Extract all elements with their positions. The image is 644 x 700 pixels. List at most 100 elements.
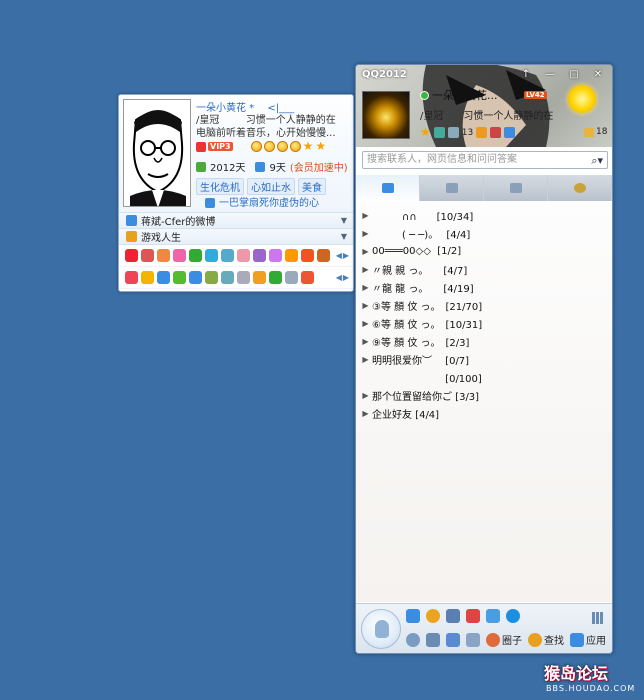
weibo-tab-icon (573, 183, 586, 193)
mail-count: 18 (596, 127, 608, 137)
chevron-down-icon[interactable]: ▼ (341, 232, 347, 241)
maximize-button[interactable]: □ (564, 68, 584, 82)
tab-recent[interactable] (484, 175, 548, 201)
list-item[interactable]: ▶ ③等 顏 伩 っ。 [21/70] (356, 296, 612, 314)
qq-pet-icon[interactable] (141, 249, 154, 262)
level-badge[interactable]: LV42 (524, 91, 547, 99)
diamond-violet-icon[interactable] (269, 249, 282, 262)
search-input[interactable]: 搜索联系人，网页信息和问问答案 ⌕▾ (362, 151, 608, 169)
mail-icon[interactable] (285, 271, 298, 284)
tag-item[interactable]: 生化危机 (196, 178, 244, 195)
diamond-pink-icon[interactable] (173, 249, 186, 262)
qzone-icon[interactable] (433, 127, 445, 138)
list-item[interactable]: ▶ 〃龍 龍 っ。 [4/19] (356, 278, 612, 296)
star-icon[interactable]: ★ (420, 126, 431, 138)
tag-item[interactable]: 心如止水 (247, 178, 295, 195)
vip-icon[interactable] (317, 249, 330, 262)
smiley-icon (263, 141, 275, 152)
skin-button[interactable]: ↑ (516, 68, 536, 82)
qq-live-icon[interactable] (466, 609, 480, 623)
strip-arrows-icon[interactable]: ◀▶ (336, 273, 350, 282)
list-item[interactable]: ▶ 00═══00◇◇ [1/2] (356, 242, 612, 260)
qq-doc-icon[interactable] (486, 609, 500, 623)
moon-icon (276, 141, 288, 152)
qq-main-panel: QQ2012 ↑ — □ ✕ 一朵小黄花... LV42 /皇冠 习惯一个人静静… (355, 64, 613, 654)
settings-icon[interactable] (406, 632, 420, 647)
list-item[interactable]: ▶ 企业好友 [4/4] (356, 404, 612, 422)
user-nickname[interactable]: 一朵小黄花... (432, 87, 498, 103)
qq-browser-icon[interactable] (506, 609, 520, 623)
list-item[interactable]: ▶ ⑨等 顏 伩 っ。 [2/3] (356, 332, 612, 350)
group-label: ( ─ ─)。 [4/4] (372, 229, 471, 241)
bubble-icon[interactable] (221, 271, 234, 284)
qq-pet-icon[interactable] (426, 609, 440, 623)
game-row[interactable]: 游戏人生 ▼ (119, 229, 353, 245)
music-icon[interactable] (173, 271, 186, 284)
qq-game-icon[interactable] (406, 609, 420, 623)
list-item[interactable]: ▶ 〃親 親 っ。 [4/7] (356, 260, 612, 278)
game-center-icon[interactable] (301, 271, 314, 284)
vip-badge[interactable]: VIP3 (208, 142, 233, 151)
calendar-icon (196, 161, 206, 172)
file-icon[interactable] (466, 632, 480, 647)
main-menu-button[interactable] (361, 609, 401, 649)
find-button[interactable]: 查找 (528, 632, 564, 647)
minimize-button[interactable]: — (540, 68, 560, 82)
chevron-down-icon[interactable]: ▼ (341, 216, 347, 225)
user-signature[interactable]: /皇冠 习惯一个人静静的在 (420, 107, 553, 122)
nickname-extra: <|___ (267, 103, 295, 114)
tab-groups[interactable] (420, 175, 484, 201)
circle-button[interactable]: 圈子 (486, 632, 522, 647)
search-icon[interactable]: ⌕▾ (591, 153, 603, 169)
qq-music-icon[interactable] (446, 609, 460, 623)
tab-contacts[interactable] (356, 175, 420, 201)
phone-icon[interactable] (253, 271, 266, 284)
wallet-icon[interactable] (490, 127, 502, 138)
heart-icon[interactable] (125, 271, 138, 284)
group-label: 企业好友 [4/4] (372, 409, 440, 421)
qq-show-icon[interactable] (125, 249, 138, 262)
super-qq-icon[interactable] (285, 249, 298, 262)
list-item[interactable]: ▶ ( ─ ─)。 [4/4] (356, 224, 612, 242)
qq-age-row: 2012天 9天 (会员加速中) (196, 159, 348, 174)
strip-arrows-icon[interactable]: ◀▶ (336, 251, 350, 260)
volume-icon[interactable] (426, 632, 440, 647)
profile-link[interactable]: 一巴掌扇死你虚伪的心 (205, 194, 319, 209)
profile-nickname[interactable]: 一朵小黄花 * <|___ (196, 99, 294, 114)
group-label: 〃親 親 っ。 [4/7] (372, 265, 468, 277)
user-avatar[interactable] (362, 91, 410, 139)
mailbox[interactable]: 18 (584, 127, 607, 137)
security-icon[interactable] (446, 632, 460, 647)
group-label: [0/100] (372, 373, 482, 385)
diamond-rose-icon[interactable] (237, 249, 250, 262)
sun-level-icon[interactable] (568, 85, 596, 113)
diamond-cyan-icon[interactable] (221, 249, 234, 262)
app-grid-icon[interactable] (592, 612, 604, 624)
add-icon[interactable] (504, 127, 516, 138)
mail-icon[interactable] (447, 127, 459, 138)
online-status-icon[interactable] (420, 91, 429, 100)
diamond-blue-icon[interactable] (205, 249, 218, 262)
tab-weibo[interactable] (548, 175, 612, 201)
list-item[interactable]: [0/100] (356, 368, 612, 386)
list-item[interactable]: ▶ 明明很爱你︶ [0/7] (356, 350, 612, 368)
weibo-row[interactable]: 蒋斌-Cfer的微博 ▼ (119, 213, 353, 229)
list-item[interactable]: ▶ 那个位置留给你ご [3/3] (356, 386, 612, 404)
tag-item[interactable]: 美食 (298, 178, 326, 195)
diamond-red-icon[interactable] (157, 249, 170, 262)
close-button[interactable]: ✕ (588, 68, 608, 82)
gift-icon[interactable] (301, 249, 314, 262)
diamond-green-icon[interactable] (189, 249, 202, 262)
pai-icon[interactable] (205, 271, 218, 284)
pet-icon[interactable] (476, 127, 488, 138)
list-item[interactable]: ▶ ∩∩ [10/34] (356, 206, 612, 224)
qzone-icon[interactable] (157, 271, 170, 284)
apps-button[interactable]: 应用 (570, 632, 606, 647)
qq-q-icon[interactable] (189, 271, 202, 284)
profile-avatar[interactable] (123, 99, 191, 207)
photo-icon[interactable] (237, 271, 250, 284)
star-service-icon[interactable] (141, 271, 154, 284)
list-item[interactable]: ▶ ⑥等 顏 伩 っ。 [10/31] (356, 314, 612, 332)
diamond-purple-icon[interactable] (253, 249, 266, 262)
clover-icon[interactable] (269, 271, 282, 284)
